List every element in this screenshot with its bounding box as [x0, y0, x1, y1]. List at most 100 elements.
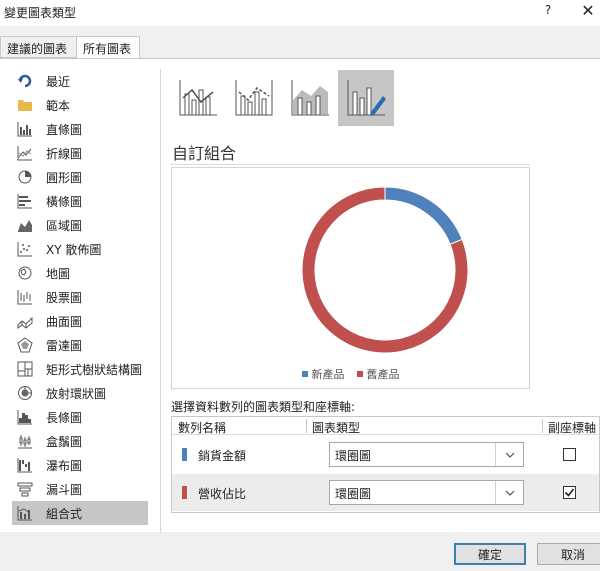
- sidebar-item-label: 橫條圖: [46, 194, 83, 209]
- series-assign-label: 選擇資料數列的圖表類型和座標軸:: [171, 400, 356, 414]
- bar-chart-icon: [16, 192, 34, 210]
- combo-chart-icon: [16, 504, 34, 522]
- sidebar-item-label: 曲面圖: [46, 314, 83, 329]
- stock-chart-icon: [16, 288, 34, 306]
- header-separator: [542, 419, 543, 433]
- header-chart-type: 圖表類型: [312, 421, 361, 435]
- waterfall-chart-icon: [16, 456, 34, 474]
- chart-category-list: 最近 範本 直條圖 折線圖 圓形圖 橫條圖 區域圖 XY 散佈圖 地圖 股票圖 …: [12, 69, 148, 525]
- chart-legend: 新產品 舊產品: [172, 366, 529, 382]
- sidebar-item-label: 直條圖: [46, 122, 83, 137]
- pie-chart-icon: [16, 168, 34, 186]
- sidebar-item-label: 股票圖: [46, 290, 83, 305]
- histogram-chart-icon: [16, 408, 34, 426]
- sidebar-item-pie[interactable]: 圓形圖: [12, 165, 148, 189]
- series-name: 營收佔比: [198, 487, 247, 501]
- chart-type-select[interactable]: 環圈圖: [329, 480, 524, 505]
- sidebar-item-waterfall[interactable]: 瀑布圖: [12, 453, 148, 477]
- legend-item: 新產品: [301, 366, 345, 382]
- sidebar-item-label: 矩形式樹狀結構圖: [46, 362, 143, 377]
- sidebar-item-label: 放射環狀圖: [46, 386, 107, 401]
- sidebar-item-label: 最近: [46, 74, 71, 89]
- chart-type-value: 環圈圖: [335, 487, 372, 501]
- stacked-area-column-icon: [291, 80, 329, 116]
- table-header: 數列名稱 圖表類型 副座標軸: [172, 417, 599, 435]
- checkmark-icon: [564, 488, 575, 497]
- sidebar-item-templates[interactable]: 範本: [12, 93, 148, 117]
- chevron-down-icon[interactable]: [495, 481, 523, 504]
- sidebar-item-histogram[interactable]: 長條圖: [12, 405, 148, 429]
- sidebar-item-label: 長條圖: [46, 410, 83, 425]
- sidebar-item-scatter[interactable]: XY 散佈圖: [12, 237, 148, 261]
- scatter-chart-icon: [16, 240, 34, 258]
- header-secondary-axis: 副座標軸: [548, 421, 597, 435]
- sidebar-item-label: 折線圖: [46, 146, 83, 161]
- secondary-axis-checkbox[interactable]: [563, 448, 576, 461]
- combo-type-clustered-column-line[interactable]: [170, 70, 226, 126]
- series-color-swatch: [182, 448, 187, 461]
- section-title: 自訂組合: [172, 144, 237, 163]
- combo-type-custom[interactable]: [338, 70, 394, 126]
- panel-divider: [160, 69, 161, 533]
- cancel-button[interactable]: 取消: [537, 543, 600, 565]
- map-chart-icon: [16, 264, 34, 282]
- chart-type-select[interactable]: 環圈圖: [329, 442, 524, 467]
- treemap-chart-icon: [16, 360, 34, 378]
- secondary-axis-checkbox[interactable]: [563, 486, 576, 499]
- recent-icon: [16, 72, 34, 90]
- doughnut-slice-0: [384, 186, 463, 245]
- header-series-name: 數列名稱: [178, 421, 227, 435]
- sidebar-item-treemap[interactable]: 矩形式樹狀結構圖: [12, 357, 148, 381]
- sidebar-item-label: 瀑布圖: [46, 458, 83, 473]
- sidebar-item-recent[interactable]: 最近: [12, 69, 148, 93]
- all-charts-panel: 最近 範本 直條圖 折線圖 圓形圖 橫條圖 區域圖 XY 散佈圖 地圖 股票圖 …: [0, 58, 600, 533]
- sidebar-item-box-whisker[interactable]: 盒鬚圖: [12, 429, 148, 453]
- table-row: 銷貨金額 環圈圖: [172, 436, 599, 473]
- sidebar-item-map[interactable]: 地圖: [12, 261, 148, 285]
- sidebar-item-surface[interactable]: 曲面圖: [12, 309, 148, 333]
- series-name: 銷貨金額: [198, 449, 247, 463]
- sidebar-item-column[interactable]: 直條圖: [12, 117, 148, 141]
- tab-recommended[interactable]: 建議的圖表: [0, 36, 77, 58]
- doughnut-chart: [301, 186, 469, 354]
- title-bar: 變更圖表類型 ? ✕: [0, 0, 600, 26]
- tab-all-charts[interactable]: 所有圖表: [76, 36, 140, 59]
- chart-type-value: 環圈圖: [335, 449, 372, 463]
- surface-chart-icon: [16, 312, 34, 330]
- area-chart-icon: [16, 216, 34, 234]
- sidebar-item-line[interactable]: 折線圖: [12, 141, 148, 165]
- combo-type-clustered-column-line-secondary[interactable]: [226, 70, 282, 126]
- sidebar-item-label: 漏斗圖: [46, 482, 83, 497]
- sidebar-item-label: 盒鬚圖: [46, 434, 83, 449]
- help-button[interactable]: ?: [540, 3, 556, 17]
- series-color-swatch: [182, 486, 187, 499]
- custom-combination-icon: [347, 80, 386, 116]
- clustered-column-line-icon: [179, 80, 217, 116]
- sidebar-item-stock[interactable]: 股票圖: [12, 285, 148, 309]
- sidebar-item-label: XY 散佈圖: [46, 242, 102, 257]
- table-row: 營收佔比 環圈圖: [172, 474, 599, 511]
- legend-item: 舊產品: [356, 366, 400, 382]
- sidebar-item-area[interactable]: 區域圖: [12, 213, 148, 237]
- legend-label-old: 舊產品: [366, 368, 400, 381]
- window-title: 變更圖表類型: [4, 6, 77, 20]
- sidebar-item-bar[interactable]: 橫條圖: [12, 189, 148, 213]
- sidebar-item-label: 圓形圖: [46, 170, 83, 185]
- header-separator: [306, 419, 307, 433]
- legend-swatch-new: [301, 371, 308, 377]
- chevron-down-icon[interactable]: [495, 443, 523, 466]
- close-button[interactable]: ✕: [578, 1, 598, 20]
- sidebar-item-label: 範本: [46, 98, 71, 113]
- sidebar-item-combo[interactable]: 組合式: [12, 501, 148, 525]
- folder-icon: [16, 96, 34, 114]
- line-chart-icon: [16, 144, 34, 162]
- chart-preview: 新產品 舊產品: [171, 167, 530, 389]
- combo-type-stacked-area-column[interactable]: [282, 70, 338, 126]
- sidebar-item-label: 地圖: [46, 266, 71, 281]
- sidebar-item-funnel[interactable]: 漏斗圖: [12, 477, 148, 501]
- sidebar-item-sunburst[interactable]: 放射環狀圖: [12, 381, 148, 405]
- ok-button[interactable]: 確定: [454, 543, 526, 565]
- funnel-chart-icon: [16, 480, 34, 498]
- sidebar-item-radar[interactable]: 雷達圖: [12, 333, 148, 357]
- series-table: 數列名稱 圖表類型 副座標軸 銷貨金額 環圈圖 營收佔比 環圈圖: [171, 416, 600, 513]
